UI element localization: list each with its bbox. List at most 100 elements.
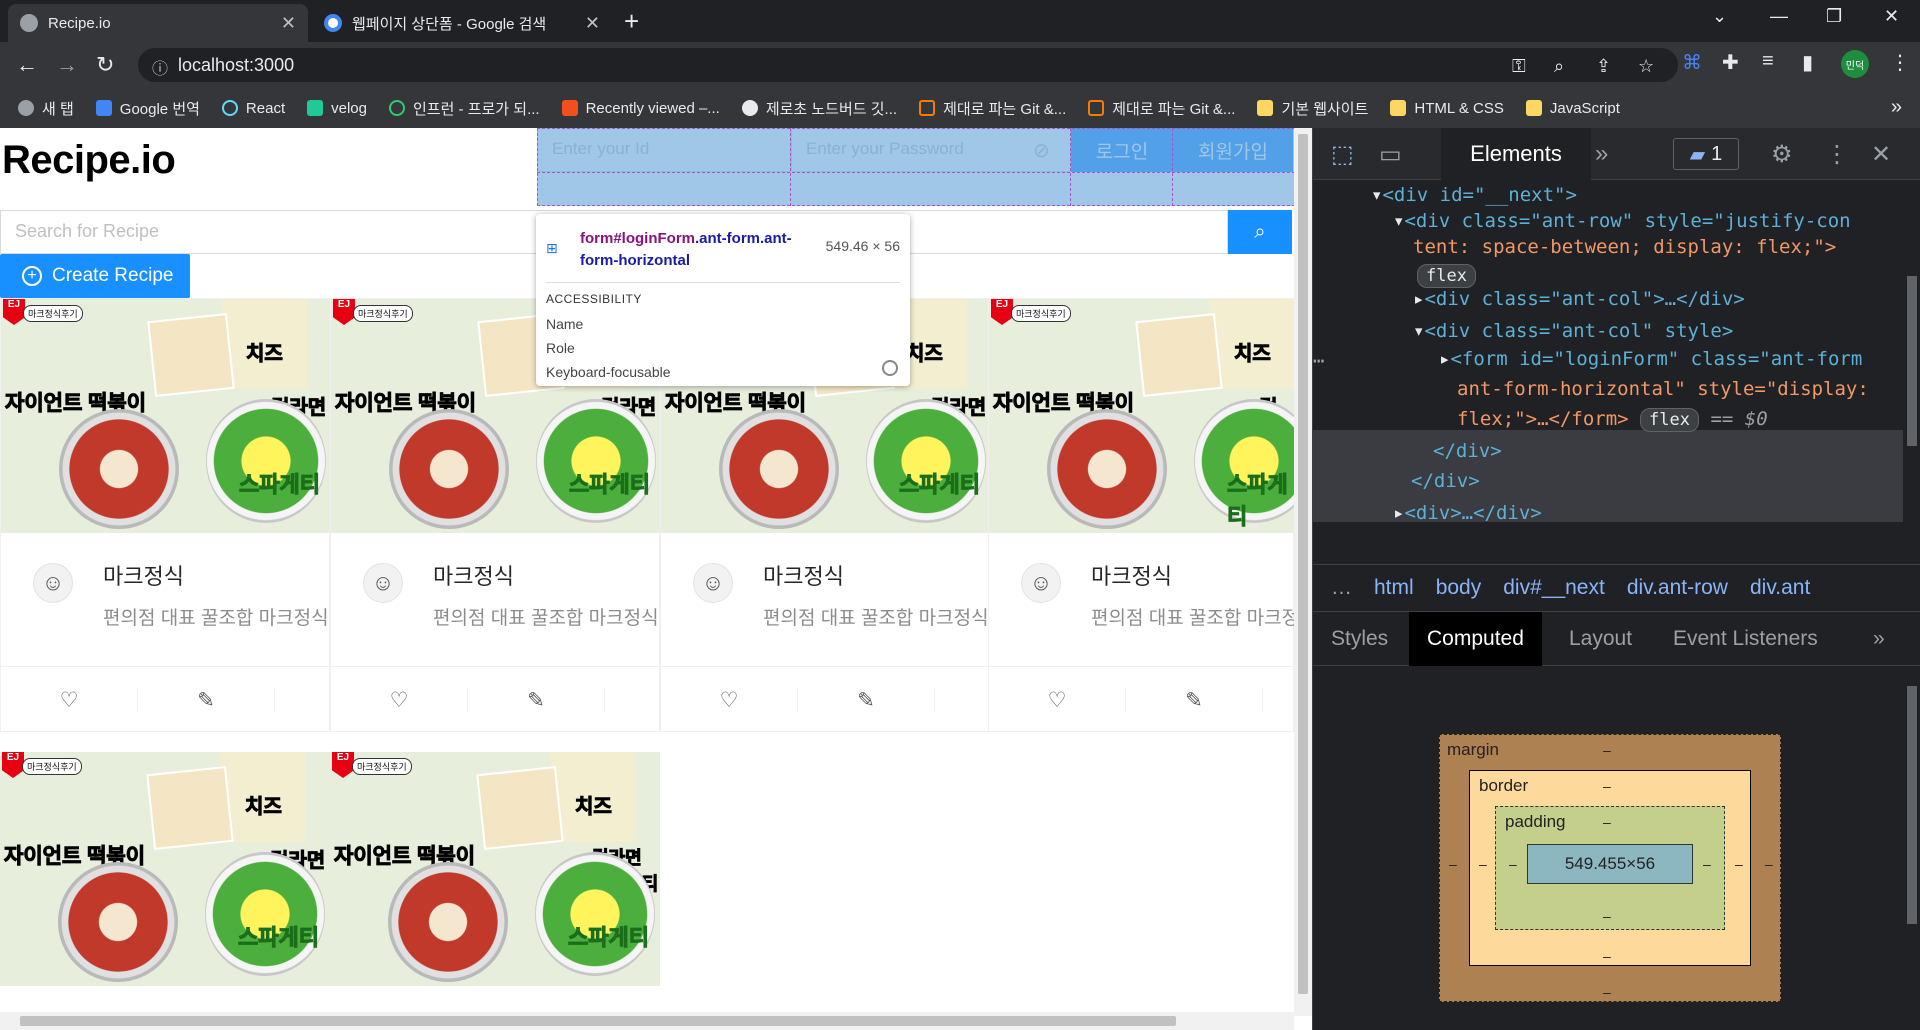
bookmark-item[interactable]: Recently viewed –... <box>561 100 720 117</box>
dom-node[interactable]: ▸<div>…</div> <box>1393 498 1542 528</box>
recipe-card[interactable]: EJ마크정식후기 치즈 자이언트 떡볶이 컵라면 스파게티 <box>0 752 330 986</box>
search-button[interactable]: ⌕ <box>1228 210 1292 254</box>
dom-node[interactable]: ▾<div class="ant-col" style> <box>1413 316 1733 346</box>
recipe-image[interactable]: EJ마크정식후기 치즈 자이언트 떡볶이 컵라면 스파게티 <box>0 752 330 986</box>
folder-icon <box>1390 100 1407 116</box>
profile-avatar[interactable]: 민덕 <box>1841 50 1869 78</box>
minimize-icon[interactable]: — <box>1770 6 1788 27</box>
chevron-right-icon[interactable]: » <box>1891 96 1902 119</box>
more-tabs-icon[interactable]: » <box>1595 140 1608 168</box>
bookmark-item[interactable]: Google 번역 <box>95 98 200 119</box>
side-panel-icon[interactable]: ▮ <box>1802 50 1813 75</box>
reload-icon[interactable]: ↻ <box>96 52 114 78</box>
create-recipe-button[interactable]: + Create Recipe <box>0 254 190 298</box>
image-caption: 치즈 <box>246 343 284 366</box>
new-tab-icon[interactable]: + <box>624 6 639 37</box>
recipe-card[interactable]: EJ마크정식후기 치즈 자이언트 떡볶이 컵라면 스파게티 스파게티 <box>330 752 660 986</box>
dom-node[interactable]: ▸<div class="ant-col">…</div> <box>1413 284 1745 314</box>
scrollbar-thumb[interactable] <box>1907 276 1917 446</box>
bookmark-item[interactable]: velog <box>307 100 367 117</box>
translate-icon[interactable]: ⌘ <box>1682 50 1702 75</box>
scrollbar-thumb[interactable] <box>1907 686 1917 924</box>
styles-scrollbar[interactable] <box>1903 666 1920 1030</box>
breadcrumb-item[interactable]: div#__next <box>1503 576 1605 600</box>
key-icon[interactable]: ⚿ <box>1512 56 1526 77</box>
recipe-image[interactable]: EJ마크정식후기 치즈 자이언트 떡볶이 컵라면 스파게티 <box>1 299 331 533</box>
signup-button[interactable]: 회원가입 <box>1173 128 1293 172</box>
site-info-icon[interactable]: ⓘ <box>152 55 168 79</box>
tab-recipe[interactable]: Recipe.io ✕ <box>8 4 308 42</box>
tab-layout[interactable]: Layout <box>1569 612 1632 666</box>
bookmark-item[interactable]: 제대로 파는 Git &... <box>1088 98 1235 119</box>
password-input[interactable]: Enter your Password <box>791 128 1071 172</box>
edit-icon[interactable]: ✎ <box>1126 688 1263 712</box>
bookmark-folder[interactable]: HTML & CSS <box>1390 100 1504 117</box>
login-button[interactable]: 로그인 <box>1071 128 1173 172</box>
dom-scrollbar[interactable] <box>1903 180 1920 564</box>
device-toggle-icon[interactable]: ▭ <box>1379 140 1402 169</box>
bookmark-star-icon[interactable]: ☆ <box>1638 56 1654 77</box>
close-tab-icon[interactable]: ✕ <box>281 13 296 34</box>
zoom-icon[interactable]: ⌕ <box>1554 56 1564 77</box>
more-tabs-icon[interactable]: » <box>1873 612 1885 666</box>
recipe-card[interactable]: EJ마크정식후기 치즈 자이언트 떡볶이 컵라면 스파게티 ☺ 마크정식 편의점… <box>0 298 331 732</box>
not-focusable-icon <box>882 360 898 376</box>
bookmark-item[interactable]: 제대로 파는 Git &... <box>919 98 1066 119</box>
dom-node[interactable]: </div> <box>1411 466 1480 496</box>
issues-badge[interactable]: ▰ 1 <box>1673 138 1739 170</box>
bookmark-item[interactable]: 새 탭 <box>18 98 74 119</box>
close-window-icon[interactable]: ✕ <box>1884 6 1899 27</box>
bookmark-folder[interactable]: JavaScript <box>1525 100 1620 117</box>
id-input[interactable]: Enter your Id <box>537 128 791 172</box>
flex-badge[interactable]: flex <box>1640 408 1699 432</box>
bookmark-item[interactable]: React <box>221 100 285 117</box>
close-devtools-icon[interactable]: ✕ <box>1871 140 1891 169</box>
heart-icon[interactable]: ♡ <box>331 688 468 712</box>
breadcrumb-item[interactable]: div.ant <box>1750 576 1810 600</box>
breadcrumb-item[interactable]: body <box>1436 576 1482 600</box>
recipe-card[interactable]: EJ마크정식후기 치즈 자이언트 떡볶이 컵라면 스파게티 ☺ 마크정식 편의점… <box>988 298 1295 732</box>
site-logo[interactable]: Recipe.io <box>2 138 176 183</box>
dom-node[interactable]: </div> <box>1433 436 1502 466</box>
bookmark-item[interactable]: 인프런 - 프로가 되... <box>388 98 540 119</box>
more-options-icon[interactable]: ⋮ <box>1825 140 1849 169</box>
heart-icon[interactable]: ♡ <box>1 688 138 712</box>
edit-icon[interactable]: ✎ <box>468 688 605 712</box>
address-bar[interactable]: ⓘ localhost:3000 ⚿ ⌕ ⇪ ☆ <box>138 48 1678 82</box>
horizontal-scrollbar[interactable] <box>0 1012 1294 1030</box>
recipe-image[interactable]: EJ마크정식후기 치즈 자이언트 떡볶이 컵라면 스파게티 <box>989 299 1295 533</box>
bookmark-folder[interactable]: 기본 웹사이트 <box>1257 98 1368 119</box>
tab-google-search[interactable]: 웹페이지 상단폼 - Google 검색 ✕ <box>312 4 612 42</box>
reading-list-icon[interactable]: ≡ <box>1762 50 1774 73</box>
dom-node-selected[interactable]: ⋯ <box>1313 346 1324 376</box>
edit-icon[interactable]: ✎ <box>138 688 275 712</box>
dom-node-selected[interactable]: ▸<form id="loginForm" class="ant-form <box>1439 344 1862 374</box>
breadcrumb-item[interactable]: html <box>1374 576 1414 600</box>
scrollbar-thumb[interactable] <box>20 1016 1176 1026</box>
forward-icon[interactable]: → <box>56 52 78 78</box>
tab-event-listeners[interactable]: Event Listeners <box>1673 612 1818 666</box>
recipe-image[interactable]: EJ마크정식후기 치즈 자이언트 떡볶이 컵라면 스파게티 스파게티 <box>330 752 660 986</box>
eye-invisible-icon[interactable]: ⊘ <box>1033 138 1050 163</box>
share-icon[interactable]: ⇪ <box>1596 56 1611 77</box>
extensions-icon[interactable]: ✚ <box>1722 50 1739 75</box>
vertical-scrollbar[interactable] <box>1294 128 1312 1016</box>
ellipsis-icon[interactable]: … <box>1331 576 1352 600</box>
edit-icon[interactable]: ✎ <box>798 688 935 712</box>
back-icon[interactable]: ← <box>16 52 38 78</box>
heart-icon[interactable]: ♡ <box>661 688 798 712</box>
box-model-content[interactable]: 549.455×56 <box>1527 844 1693 884</box>
breadcrumb-item[interactable]: div.ant-row <box>1627 576 1728 600</box>
restore-icon[interactable]: ❐ <box>1826 6 1842 27</box>
more-menu-icon[interactable]: ⋮ <box>1890 50 1910 75</box>
tab-search-icon[interactable]: ⌄ <box>1712 6 1727 27</box>
heart-icon[interactable]: ♡ <box>989 688 1126 712</box>
scrollbar-thumb[interactable] <box>1298 134 1308 994</box>
tab-styles[interactable]: Styles <box>1331 612 1388 666</box>
settings-icon[interactable]: ⚙ <box>1771 140 1793 169</box>
tab-computed[interactable]: Computed <box>1409 612 1542 666</box>
tab-elements[interactable]: Elements <box>1441 128 1591 180</box>
inspect-element-icon[interactable]: ⬚ <box>1331 140 1354 169</box>
bookmark-item[interactable]: 제로초 노드버드 깃... <box>741 98 897 119</box>
close-tab-icon[interactable]: ✕ <box>585 13 600 34</box>
